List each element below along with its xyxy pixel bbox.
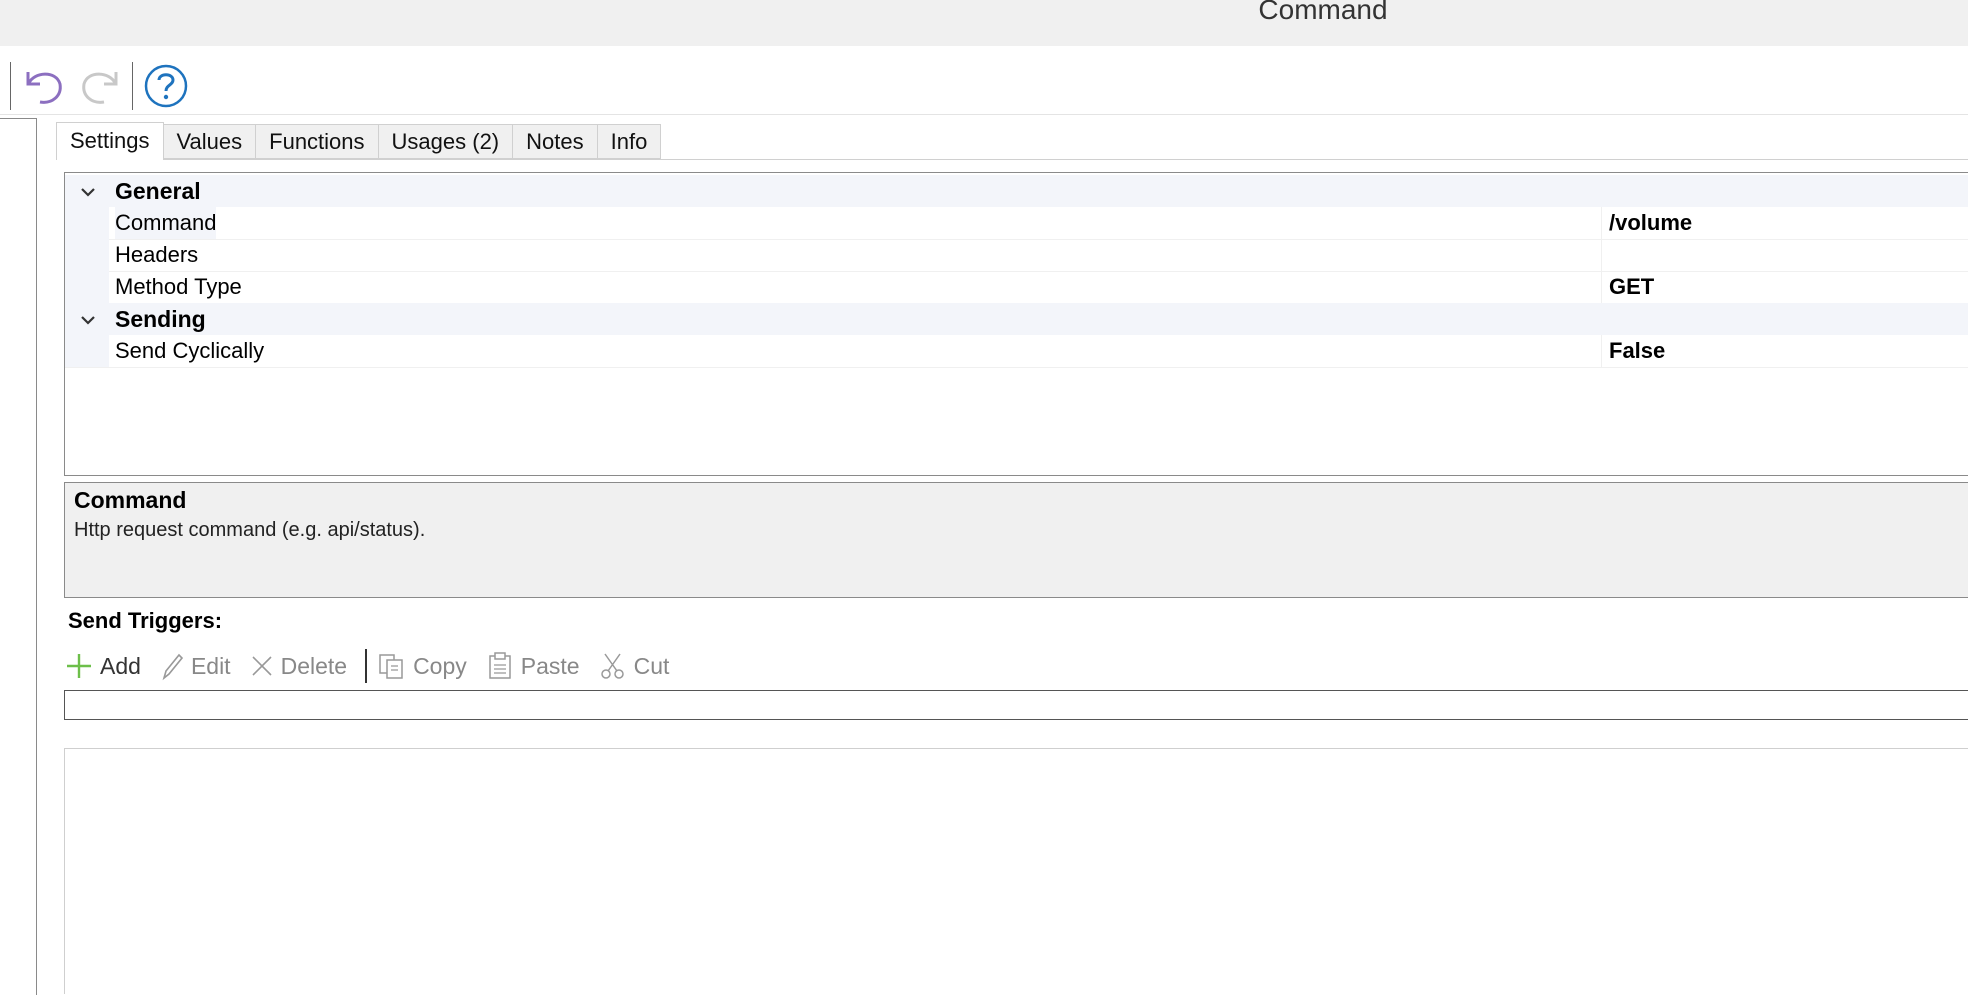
property-row-headers[interactable]: Headers [65, 239, 1968, 272]
column-divider [1601, 335, 1602, 367]
window-title: Command [1258, 0, 1388, 25]
tab-settings[interactable]: Settings [56, 122, 164, 160]
close-icon [252, 656, 272, 676]
toolbar-separator [132, 62, 133, 110]
tab-usages[interactable]: Usages (2) [378, 124, 514, 159]
send-triggers-list[interactable] [64, 748, 1968, 994]
paste-trigger-button[interactable]: Paste [485, 651, 580, 681]
tab-info[interactable]: Info [597, 124, 662, 159]
category-sending[interactable]: Sending [65, 303, 1968, 335]
property-label: Headers [115, 242, 199, 267]
column-divider [1601, 207, 1602, 239]
send-triggers-toolbar: Add Edit Delete Copy Paste Cut [64, 644, 687, 688]
row-margin [65, 207, 109, 239]
edit-trigger-button[interactable]: Edit [159, 651, 231, 681]
help-button[interactable] [142, 62, 190, 110]
cut-trigger-button[interactable]: Cut [598, 651, 670, 681]
pencil-icon [162, 653, 184, 681]
copy-trigger-button[interactable]: Copy [377, 651, 467, 681]
row-margin [65, 271, 109, 303]
property-label: Command [115, 207, 217, 239]
title-bar: Command [0, 0, 1968, 46]
description-text: Http request command (e.g. api/status). [74, 519, 426, 541]
property-grid: General Command /volume Headers Method T… [64, 172, 1968, 476]
help-icon [144, 64, 188, 108]
left-panel [0, 118, 37, 995]
column-divider [1601, 239, 1602, 271]
undo-button[interactable] [20, 62, 68, 110]
property-value[interactable]: /volume [1609, 207, 1692, 239]
tab-underline [56, 159, 1968, 160]
tab-values[interactable]: Values [163, 124, 257, 159]
tab-strip: Settings Values Functions Usages (2) Not… [56, 122, 662, 160]
property-row-command[interactable]: Command /volume [65, 207, 1968, 240]
edit-label: Edit [190, 652, 231, 679]
description-title: Command [74, 487, 187, 513]
row-margin [65, 335, 109, 367]
property-label: Send Cyclically [115, 338, 265, 363]
redo-button[interactable] [76, 62, 124, 110]
description-panel: Command Http request command (e.g. api/s… [64, 482, 1968, 598]
chevron-down-icon[interactable] [75, 307, 101, 333]
category-label: General [115, 178, 201, 204]
clipboard-icon [489, 652, 511, 679]
delete-trigger-button[interactable]: Delete [249, 651, 347, 681]
redo-icon [82, 72, 118, 104]
toolbar-separator [10, 62, 11, 110]
property-row-method-type[interactable]: Method Type GET [65, 271, 1968, 304]
send-triggers-label: Send Triggers: [68, 608, 223, 633]
row-margin [65, 239, 109, 271]
property-label: Method Type [115, 274, 242, 299]
undo-icon [26, 72, 62, 104]
scissors-icon [600, 653, 624, 679]
main-toolbar [0, 56, 1968, 115]
plus-icon [67, 654, 91, 678]
tab-functions[interactable]: Functions [256, 124, 379, 159]
property-value[interactable]: False [1609, 335, 1665, 367]
delete-label: Delete [280, 652, 348, 679]
category-label: Sending [115, 306, 206, 332]
property-value[interactable]: GET [1609, 271, 1654, 303]
property-row-send-cyclically[interactable]: Send Cyclically False [65, 335, 1968, 368]
paste-label: Paste [520, 652, 580, 679]
category-general[interactable]: General [65, 175, 1968, 207]
add-label: Add [100, 652, 141, 679]
send-triggers-filter-input[interactable] [64, 690, 1968, 720]
copy-label: Copy [413, 652, 467, 679]
toolbar-separator [365, 649, 368, 683]
add-trigger-button[interactable]: Add [64, 651, 141, 681]
column-divider [1601, 271, 1602, 303]
copy-icon [379, 654, 403, 679]
cut-label: Cut [633, 652, 670, 679]
tab-notes[interactable]: Notes [513, 124, 598, 159]
chevron-down-icon[interactable] [75, 179, 101, 205]
